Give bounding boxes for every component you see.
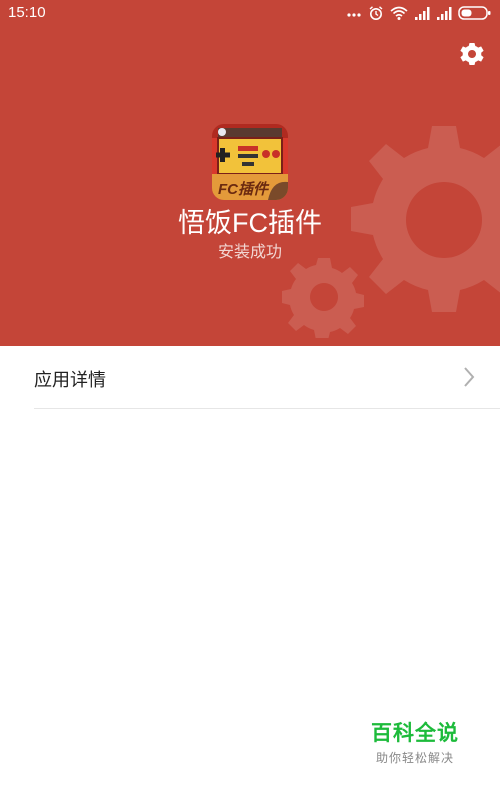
watermark-subtitle: 助你轻松解决 bbox=[375, 751, 454, 765]
watermark-title: 百科全说 bbox=[371, 722, 459, 745]
status-time: 15:10 bbox=[8, 4, 46, 21]
more-dots-icon bbox=[347, 13, 361, 17]
wifi-icon bbox=[390, 6, 408, 20]
app-details-label: 应用详情 bbox=[34, 370, 106, 390]
gear-decoration-small bbox=[282, 258, 364, 338]
divider bbox=[34, 408, 500, 409]
alarm-icon bbox=[369, 6, 383, 20]
app-name: 悟饭FC插件 bbox=[178, 208, 322, 238]
app-details-row[interactable]: 应用详情 bbox=[0, 346, 500, 408]
battery-icon bbox=[458, 6, 491, 20]
header-banner: 15:10 FC插件 悟饭FC插件 安装成功 bbox=[0, 0, 500, 346]
settings-button[interactable] bbox=[458, 40, 486, 68]
watermark: 百科全说 助你轻松解决 bbox=[365, 717, 465, 766]
signal-icon-2 bbox=[437, 7, 452, 20]
app-icon-label: FC插件 bbox=[218, 181, 268, 198]
install-status: 安装成功 bbox=[217, 244, 282, 261]
chevron-right-icon bbox=[464, 367, 475, 387]
gear-icon bbox=[460, 43, 484, 65]
signal-icon bbox=[415, 7, 430, 20]
app-icon: FC插件 bbox=[212, 124, 288, 200]
status-bar: 15:10 bbox=[0, 0, 500, 26]
